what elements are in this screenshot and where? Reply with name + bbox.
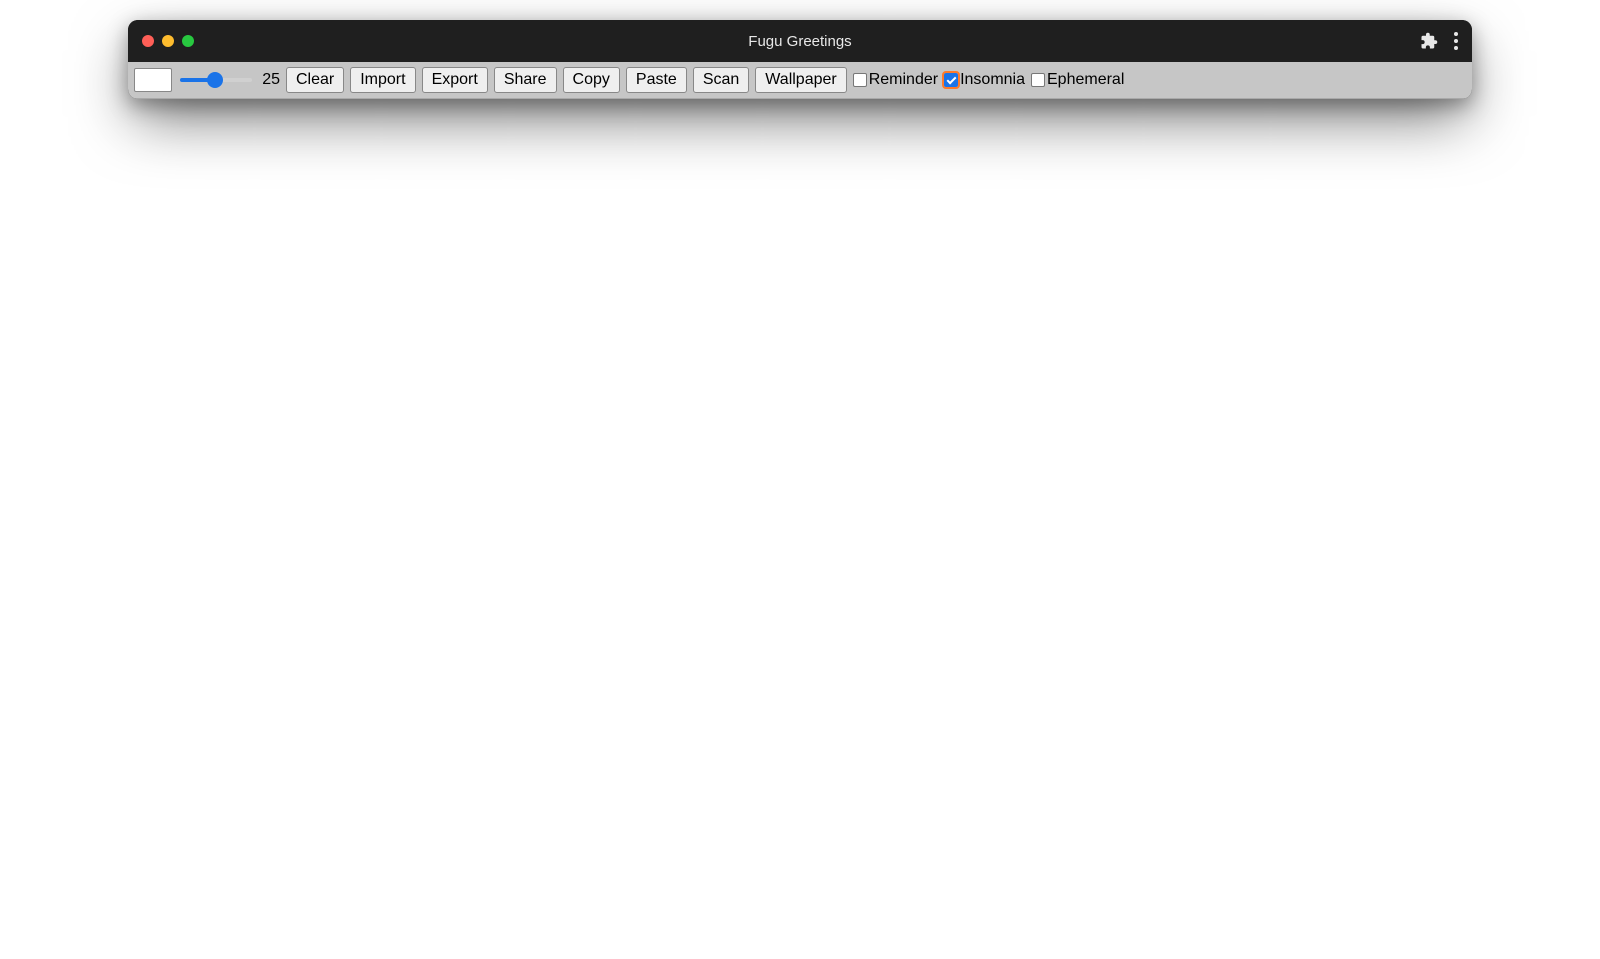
- extensions-icon[interactable]: [1420, 32, 1438, 50]
- brush-size-slider[interactable]: [180, 78, 252, 82]
- ephemeral-checkbox[interactable]: [1031, 73, 1045, 87]
- insomnia-option[interactable]: Insomnia: [944, 71, 1025, 89]
- import-button[interactable]: Import: [350, 67, 415, 93]
- brush-size-control: 25: [178, 71, 280, 89]
- copy-button[interactable]: Copy: [563, 67, 620, 93]
- paste-button[interactable]: Paste: [626, 67, 687, 93]
- more-icon[interactable]: [1454, 32, 1458, 50]
- close-icon[interactable]: [142, 35, 154, 47]
- zoom-icon[interactable]: [182, 35, 194, 47]
- app-window: Fugu Greetings 25 Clear Import Export Sh…: [128, 20, 1472, 99]
- minimize-icon[interactable]: [162, 35, 174, 47]
- share-button[interactable]: Share: [494, 67, 557, 93]
- scan-button[interactable]: Scan: [693, 67, 749, 93]
- ephemeral-option[interactable]: Ephemeral: [1031, 71, 1124, 89]
- ephemeral-label: Ephemeral: [1047, 71, 1124, 89]
- color-picker[interactable]: [134, 68, 172, 92]
- reminder-option[interactable]: Reminder: [853, 71, 938, 89]
- toolbar: 25 Clear Import Export Share Copy Paste …: [128, 62, 1472, 99]
- brush-size-value: 25: [260, 71, 280, 89]
- window-title: Fugu Greetings: [128, 33, 1472, 50]
- insomnia-checkbox[interactable]: [944, 73, 958, 87]
- insomnia-label: Insomnia: [960, 71, 1025, 89]
- title-bar: Fugu Greetings: [128, 20, 1472, 62]
- reminder-checkbox[interactable]: [853, 73, 867, 87]
- window-controls: [142, 35, 194, 47]
- clear-button[interactable]: Clear: [286, 67, 344, 93]
- export-button[interactable]: Export: [422, 67, 488, 93]
- wallpaper-button[interactable]: Wallpaper: [755, 67, 846, 93]
- reminder-label: Reminder: [869, 71, 938, 89]
